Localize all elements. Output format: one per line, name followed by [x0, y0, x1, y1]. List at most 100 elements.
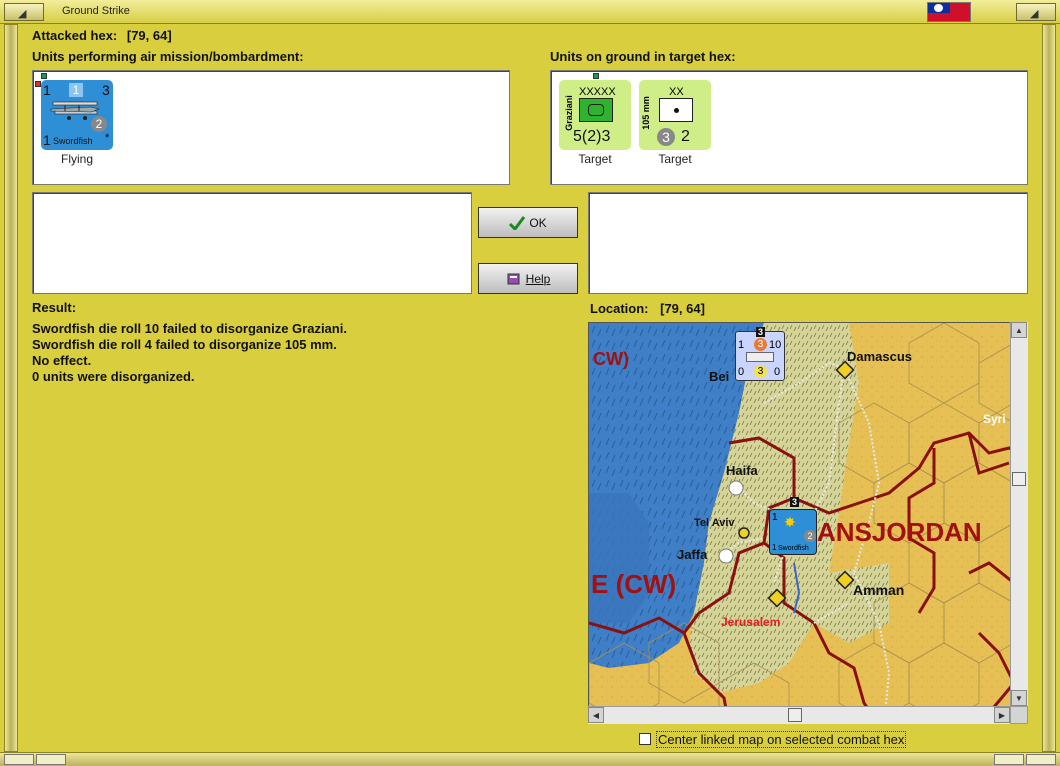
air-unit-name: Swordfish — [53, 136, 93, 146]
map-label-cw-top: CW) — [593, 349, 629, 369]
center-map-checkbox[interactable] — [639, 733, 651, 745]
ground-unit-size: XX — [669, 86, 684, 98]
ground-units-panel: XXXXX Graziani 5(2)3 Target XX 105 mm 3 … — [550, 70, 1028, 185]
ground-unit-value-right: 2 — [681, 128, 690, 145]
stack-value: 0 — [738, 366, 745, 378]
title-bar: ◢ Ground Strike ◢ — [0, 0, 1060, 24]
close-button[interactable]: ◢ — [1016, 3, 1056, 21]
ground-unit-values: 5(2)3 — [573, 128, 611, 145]
ground-unit-size: XXXXX — [579, 86, 616, 98]
location: Location: [79, 64] — [590, 301, 705, 316]
map-label-jaffa: Jaffa — [677, 547, 708, 562]
air-unit-counter[interactable]: 1 1 3 2 1 Swordfish * — [41, 80, 113, 150]
air-unit-status: Flying — [60, 152, 93, 166]
result-line: 0 units were disorganized. — [32, 369, 195, 384]
help-button-label: Help — [525, 271, 551, 286]
map-label-haifa: Haifa — [726, 463, 759, 478]
ground-units-label: Units on ground in target hex: — [550, 49, 736, 64]
ok-button-label: OK — [529, 215, 547, 230]
stack-value: 3 — [754, 338, 767, 351]
air-unit-top-mid: 1 — [69, 83, 83, 97]
artillery-icon — [659, 98, 693, 122]
result-line: Swordfish die roll 4 failed to disorgani… — [32, 337, 337, 352]
system-menu-icon: ◢ — [18, 7, 27, 20]
air-units-label: Units performing air mission/bombardment… — [32, 49, 304, 64]
map-label-syria: Syri — [983, 412, 1006, 426]
stack-value: 1 — [772, 512, 778, 523]
frame-corner-right[interactable] — [1026, 754, 1056, 765]
map-vertical-scrollbar[interactable]: ▲ ▼ — [1010, 322, 1028, 706]
result-line: No effect. — [32, 353, 92, 368]
ground-unit-counter-graziani[interactable]: XXXXX Graziani 5(2)3 — [559, 80, 631, 150]
result-label: Result: — [32, 300, 77, 315]
map-label-beirut: Bei — [709, 369, 729, 384]
ground-unit-name: 105 mm — [640, 96, 651, 130]
stack-unit-name: Swordfish — [778, 545, 809, 552]
attacked-hex: Attacked hex: [79, 64] — [32, 28, 172, 43]
unit-marker-icon — [41, 73, 47, 79]
stack-value: 1 — [738, 339, 745, 351]
map-label-damascus: Damascus — [847, 349, 912, 364]
scroll-left-icon[interactable]: ◀ — [588, 707, 604, 723]
checkmark-icon — [509, 215, 526, 230]
air-unit-bottom-right: * — [105, 132, 110, 144]
unit-marker-icon — [593, 73, 599, 79]
ground-unit-counter-105mm[interactable]: XX 105 mm 3 2 — [639, 80, 711, 150]
help-book-icon — [507, 273, 520, 284]
map-horizontal-scrollbar[interactable]: ◀ ▶ — [588, 706, 1010, 724]
map-label-amman: Amman — [853, 582, 904, 598]
scroll-down-icon[interactable]: ▼ — [1011, 690, 1027, 706]
system-menu-button[interactable]: ◢ — [4, 3, 44, 21]
ground-unit-name: Graziani — [563, 95, 574, 131]
frame-corner-right-2[interactable] — [994, 754, 1024, 765]
ground-unit-status: Target — [658, 152, 692, 166]
attacked-hex-label: Attacked hex: — [32, 28, 118, 43]
ground-detail-panel — [588, 192, 1028, 294]
close-icon: ◢ — [1030, 7, 1039, 20]
stack-count: 3 — [790, 497, 800, 507]
result-line: Swordfish die roll 10 failed to disorgan… — [32, 321, 347, 336]
frame-left-edge — [4, 24, 18, 752]
stack-value: 2 — [804, 530, 816, 542]
stack-value: 10 — [769, 339, 782, 351]
air-unit-mid-right: 2 — [91, 116, 107, 132]
ground-unit-status: Target — [578, 152, 612, 166]
frame-bottom-edge — [0, 752, 1060, 766]
map-label-tel-aviv: Tel Aviv — [694, 517, 735, 529]
location-label: Location: — [590, 301, 649, 316]
stack-value: 1 — [772, 543, 777, 552]
explosion-icon: ✸ — [784, 514, 796, 530]
map-unit-swordfish[interactable]: 3 1 ✸ 2 1 Swordfish — [769, 497, 817, 555]
frame-corner-left-2[interactable] — [36, 754, 66, 765]
scroll-thumb-horizontal[interactable] — [788, 708, 802, 722]
location-value: [79, 64] — [660, 301, 705, 316]
stack-count: 3 — [756, 327, 766, 337]
map-label-transjordan: ANSJORDAN — [817, 517, 982, 547]
nation-flag-icon — [927, 2, 971, 22]
center-map-label[interactable]: Center linked map on selected combat hex — [656, 731, 907, 748]
scroll-up-icon[interactable]: ▲ — [1011, 322, 1027, 338]
air-unit-bottom-left: 1 — [43, 132, 51, 148]
air-detail-panel — [32, 192, 472, 294]
map-label-cw-bottom: E (CW) — [591, 569, 676, 599]
attacked-hex-value: [79, 64] — [126, 28, 172, 43]
window-title: Ground Strike — [62, 5, 130, 17]
scroll-corner — [1010, 706, 1028, 724]
ok-button[interactable]: OK — [478, 207, 578, 238]
map-label-jerusalem: Jerusalem — [721, 615, 780, 629]
ground-unit-value-left: 3 — [657, 128, 675, 146]
frame-corner-left[interactable] — [4, 754, 34, 765]
map-unit-stack-beirut[interactable]: 3 1 3 10 0 3 0 — [735, 327, 785, 381]
stack-value: 0 — [774, 366, 781, 378]
ship-icon — [746, 352, 774, 362]
air-units-panel: 1 1 3 2 1 Swordfish * Flying — [32, 70, 510, 185]
hq-icon — [579, 98, 613, 122]
air-unit-top-left: 1 — [43, 82, 51, 98]
stack-value: 3 — [754, 365, 767, 378]
help-button[interactable]: Help — [478, 263, 578, 294]
scroll-thumb-vertical[interactable] — [1012, 472, 1026, 486]
air-unit-top-right: 3 — [102, 82, 110, 98]
scroll-right-icon[interactable]: ▶ — [994, 707, 1010, 723]
result-text: Swordfish die roll 10 failed to disorgan… — [32, 321, 572, 385]
map-view[interactable]: CW) Damascus Bei Syri Haifa Tel Aviv Jaf… — [588, 322, 1028, 724]
